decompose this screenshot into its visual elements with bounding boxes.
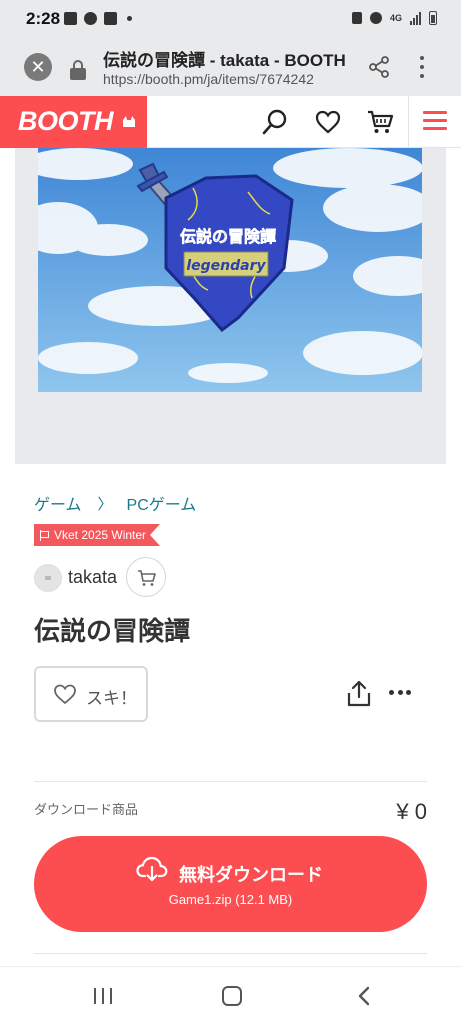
close-icon: ✕ xyxy=(30,57,46,77)
close-tab-button[interactable]: ✕ xyxy=(24,53,52,81)
divider xyxy=(34,781,427,782)
status-time: 2:28 xyxy=(26,9,61,28)
free-download-button[interactable]: 無料ダウンロード Game1.zip (12.1 MB) xyxy=(34,836,427,932)
artwork-title-text: 伝説の冒険譚 xyxy=(180,227,276,246)
booth-logo[interactable]: BOOTH xyxy=(0,96,147,148)
lock-status-icon xyxy=(352,12,362,24)
more-dots-icon[interactable] xyxy=(389,690,411,696)
event-tag-label: Vket 2025 Winter xyxy=(54,528,147,542)
download-button-label: 無料ダウンロード xyxy=(179,865,323,885)
breadcrumb-link-game[interactable]: ゲーム xyxy=(34,491,82,515)
site-header: BOOTH xyxy=(0,96,461,148)
back-icon[interactable] xyxy=(355,986,375,1006)
share-icon[interactable] xyxy=(368,56,390,78)
home-icon[interactable] xyxy=(222,986,242,1006)
like-label: スキ！ xyxy=(86,689,137,708)
gallery-notification-icon xyxy=(64,12,77,25)
chevron-right-icon: 〉 xyxy=(97,495,113,513)
shop-name[interactable]: takata xyxy=(68,567,117,588)
booth-logo-text: BOOTH xyxy=(18,106,114,136)
alarm-icon xyxy=(370,12,382,24)
like-button[interactable]: スキ！ xyxy=(34,666,148,722)
recents-icon[interactable] xyxy=(94,988,112,1004)
lock-icon[interactable] xyxy=(70,60,86,80)
signal-icon xyxy=(410,11,421,25)
more-notifications-icon xyxy=(127,16,132,21)
calendar-notification-icon xyxy=(104,12,117,25)
download-section-label: ダウンロード商品 xyxy=(34,802,139,817)
breadcrumb-link-pc-game[interactable]: PCゲーム xyxy=(127,491,197,515)
status-bar: 2:28 4G xyxy=(0,0,461,38)
kebab-menu-icon[interactable] xyxy=(418,56,426,78)
artwork-subtitle-text: legendary xyxy=(186,258,266,274)
item-main-image[interactable]: 伝説の冒険譚 legendary xyxy=(38,148,422,392)
line-notification-icon xyxy=(84,12,97,25)
battery-icon xyxy=(429,11,437,25)
share-icon[interactable] xyxy=(346,680,372,708)
price: ¥ 0 xyxy=(396,799,427,824)
shop-cart-button[interactable] xyxy=(126,557,166,597)
breadcrumb: ゲーム 〉 PCゲーム xyxy=(34,491,196,515)
event-tag[interactable]: Vket 2025 Winter xyxy=(34,524,161,546)
booth-mascot-icon xyxy=(123,116,135,127)
page-url[interactable]: https://booth.pm/ja/items/7674242 xyxy=(103,71,351,87)
heart-icon xyxy=(54,684,76,705)
heart-icon[interactable] xyxy=(314,108,342,136)
flag-icon xyxy=(40,529,49,541)
game-artwork: 伝説の冒険譚 legendary xyxy=(38,148,422,392)
shop-avatar[interactable] xyxy=(34,564,62,592)
cart-icon[interactable] xyxy=(366,108,394,136)
browser-toolbar: ✕ 伝説の冒険譚 - takata - BOOTH https://booth.… xyxy=(0,38,461,96)
cloud-download-icon xyxy=(136,856,168,882)
search-icon[interactable] xyxy=(261,108,289,136)
notification-icons xyxy=(64,12,132,25)
item-title: 伝説の冒険譚 xyxy=(34,616,191,646)
system-icons: 4G xyxy=(352,11,437,25)
download-file-info: Game1.zip (12.1 MB) xyxy=(168,892,293,907)
cart-icon xyxy=(138,570,156,586)
hamburger-menu-icon[interactable] xyxy=(408,96,461,148)
page-title[interactable]: 伝説の冒険譚 - takata - BOOTH xyxy=(103,46,351,71)
system-navigation-bar xyxy=(0,966,461,1024)
divider xyxy=(34,953,427,954)
network-type: 4G xyxy=(390,12,403,23)
